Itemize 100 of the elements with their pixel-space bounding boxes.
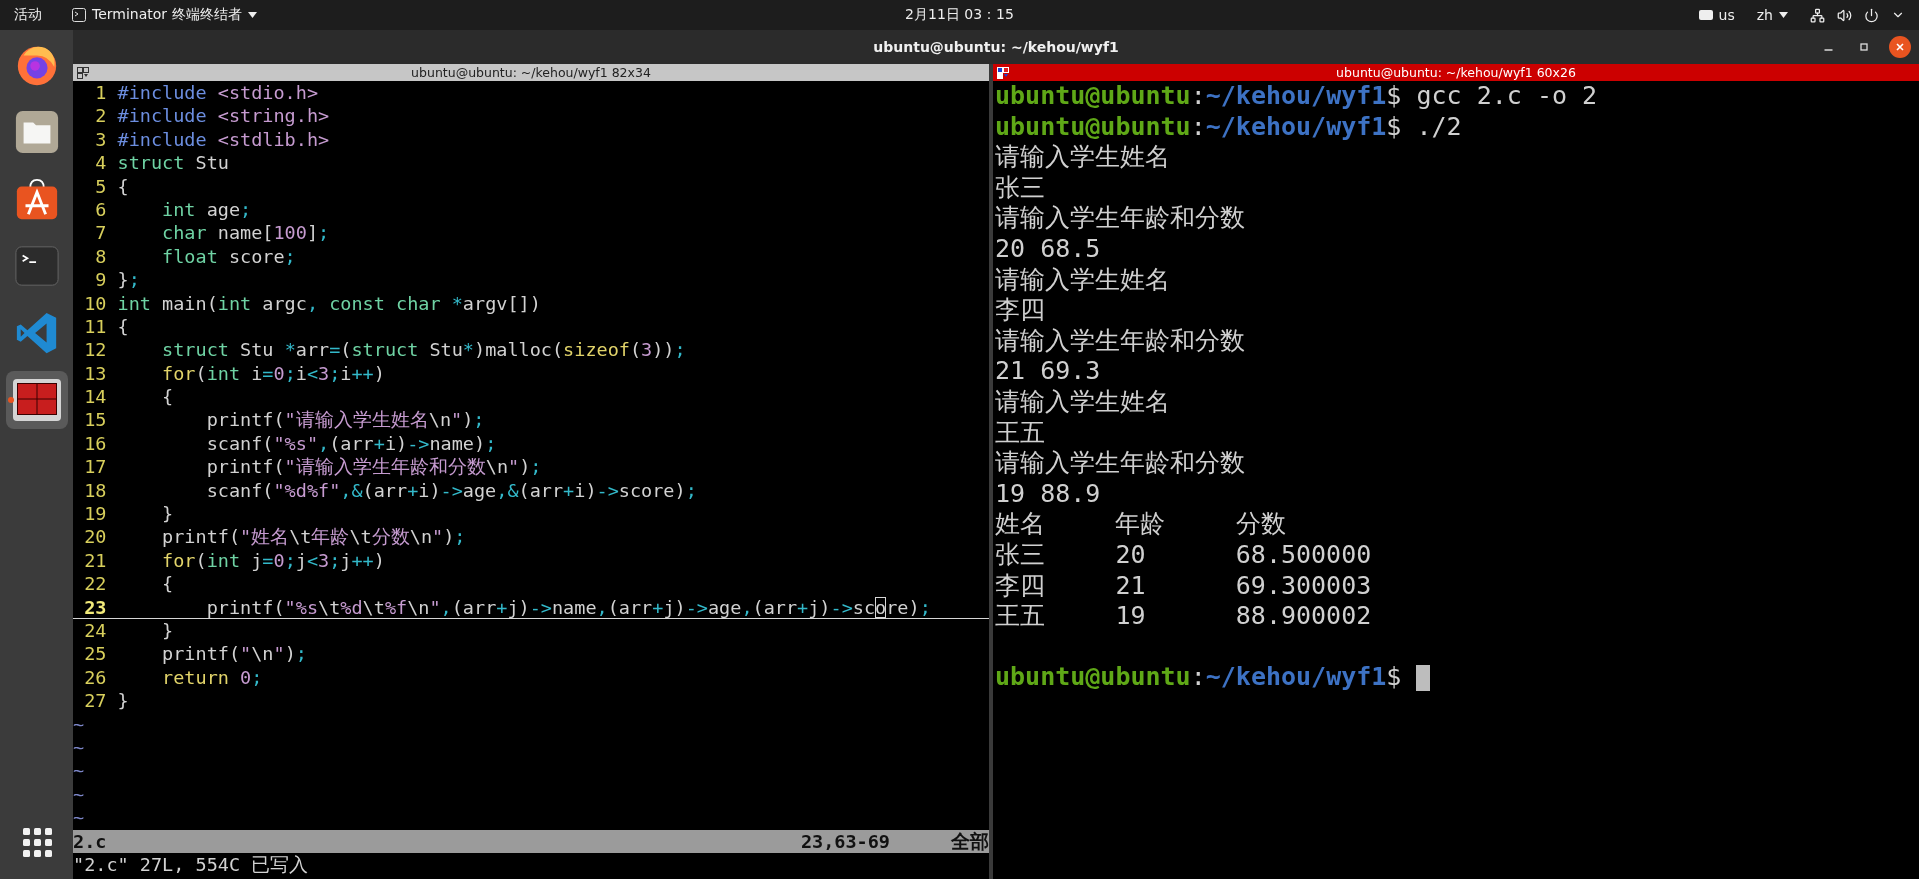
line-number: 17 [83,455,107,479]
split-grid-icon [77,66,90,79]
empty-line-marker: ~ [73,712,86,736]
line-number: 2 [94,104,107,128]
code-line: printf("姓名\t年龄\t分数\n"); [161,525,466,549]
output-line: 王五 [995,417,1045,449]
output-line: 李四 [995,295,1045,326]
code-line: { [117,314,129,339]
code-line: #include <stdio.h> [117,81,319,105]
table-cell-text: 年龄 [1115,509,1167,540]
output-line: 张三 [995,172,1045,204]
table-cell-text: 88.900002 [1235,601,1373,632]
line-number: 23 [83,595,107,619]
prompt-line: ubuntu@ubuntu:~/kehou/wyf1$ ./2 [995,111,1462,143]
output-line: 请输入学生姓名 [995,386,1170,418]
maximize-icon [1859,42,1869,52]
table-cell-text: 68.500000 [1235,539,1373,571]
empty-line-marker: ~ [73,806,86,830]
line-number: 19 [83,502,107,526]
prompt-line: ubuntu@ubuntu:~/kehou/wyf1$ gcc 2.c -o 2 [995,81,1598,112]
table-cell-text: 19 [1115,601,1147,632]
line-number: 22 [83,572,107,596]
table-cell-text: 张三 [995,539,1046,571]
network-icon [1810,7,1825,23]
app-grid-icon [21,827,52,857]
code-line: printf("%s\t%d\t%f\n",(arr+j)->name,(arr+j)->age,(arr+j)->sco re); [205,595,931,619]
output-line: 请输入学生年龄和分数 [995,325,1245,357]
code-line: } [117,689,129,713]
scroll-position: 全部 [951,829,989,853]
table-cell-text: 王五 [995,601,1046,632]
line-number: 1 [94,81,107,105]
line-number: 18 [83,478,107,503]
dock-item[interactable] [5,371,68,429]
code-line: return 0; [161,665,263,690]
output-line: 20 68.5 [995,233,1101,265]
line-number: 20 [83,525,107,549]
code-line: printf("请输入学生年龄和分数\n"); [205,455,542,479]
line-number: 12 [83,338,107,362]
code-line: struct Stu [117,151,229,175]
table-cell-text: 姓名 [995,509,1046,540]
code-line: #include <string.h> [117,104,330,128]
code-line: { [117,174,129,198]
close-button[interactable] [1889,36,1911,58]
line-number: 15 [83,408,107,432]
keyboard-icon [1698,10,1713,20]
close-icon [1895,42,1905,52]
output-line: 请输入学生姓名 [995,142,1170,173]
line-number: 3 [94,127,107,152]
table-cell-text: 69.300003 [1235,570,1373,602]
line-number: 7 [94,221,107,245]
code-line: { [161,572,174,596]
line-number: 8 [94,244,107,269]
table-cell-text: 21 [1115,570,1147,602]
clock-button[interactable]: 2月11日 03：15 [901,4,1018,26]
power-icon [1864,7,1879,23]
file-name: 2.c [73,829,107,853]
code-line: int age; [161,197,252,222]
code-line: scanf("%s",(arr+i)->name); [205,431,497,456]
pane-title: ubuntu@ubuntu: ~/kehou/wyf1 82x34 [411,65,651,80]
keyboard-layout-button[interactable]: us [1694,5,1739,25]
line-number: 5 [94,174,107,198]
code-line: } [161,502,174,526]
input-method-button[interactable]: zh [1752,5,1792,25]
output-line: 请输入学生姓名 [995,264,1170,296]
line-number: 26 [83,665,107,690]
app-menu-button[interactable]: Terminator 终端终结者 [68,4,261,26]
line-number: 27 [83,689,107,713]
output-line: 请输入学生年龄和分数 [995,203,1245,234]
line-number: 11 [83,314,107,339]
code-line: float score; [161,244,296,269]
empty-line-marker: ~ [73,782,86,807]
minimize-icon [1823,49,1833,51]
pane-title: ubuntu@ubuntu: ~/kehou/wyf1 60x26 [1336,65,1576,80]
line-number: 21 [83,548,107,573]
line-number: 9 [94,268,107,292]
terminal-icon [72,8,86,22]
code-line: printf("\n"); [161,642,307,666]
code-line: struct Stu *arr=(struct Stu*)malloc(sizeof(3)); [161,338,686,362]
line-number: 25 [83,642,107,666]
terminal-icon [13,243,60,289]
code-line: for(int i=0;i<3;i++) [161,361,385,386]
prompt-line: ubuntu@ubuntu:~/kehou/wyf1$ [995,662,1402,693]
cursor-position: 23,63-69 [800,829,890,853]
line-number: 4 [94,151,107,175]
activities-button[interactable]: 活动 [10,4,46,26]
output-line: 21 69.3 [995,356,1101,387]
code-line: } [161,619,174,643]
table-cell-text: 20 [1115,539,1147,571]
code-line: }; [117,268,140,292]
folder-icon [13,109,60,155]
caret-icon [247,12,257,18]
split-grid-icon [997,66,1010,79]
line-number: 16 [83,431,107,456]
output-line: 请输入学生年龄和分数 [995,448,1245,479]
empty-line-marker: ~ [73,759,86,783]
output-line: 19 88.9 [995,478,1101,510]
line-number: 24 [83,619,107,643]
code-line: scanf("%d%f",&(arr+i)->age,&(arr+i)->score); [205,478,697,503]
caret-icon [1779,12,1788,18]
message-line: "2.c" 27L, 554C 已写入 [73,852,310,877]
